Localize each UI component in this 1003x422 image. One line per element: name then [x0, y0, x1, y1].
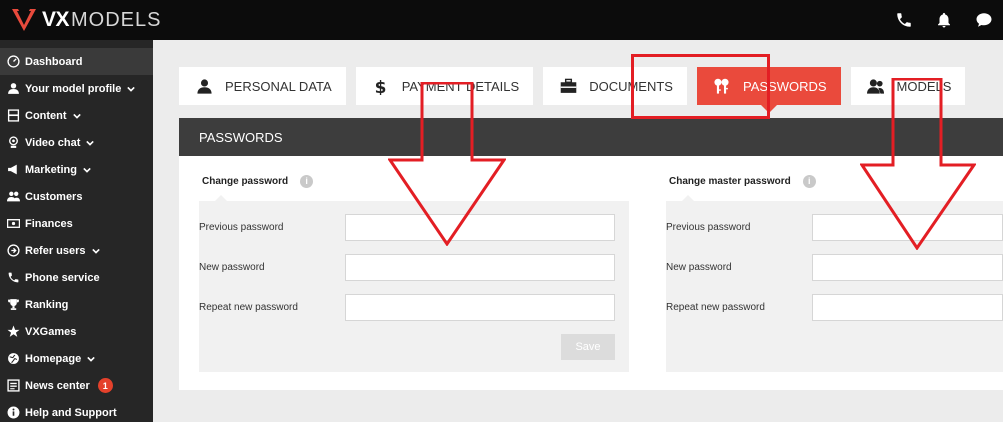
brand-vx: VX [42, 8, 70, 31]
film-icon [6, 109, 20, 123]
info-icon [6, 406, 20, 420]
sidebar: Dashboard Your model profile Content Video … [0, 40, 153, 422]
sidebar-item-label: Video chat [25, 136, 81, 149]
sidebar-item-dashboard[interactable]: Dashboard [0, 48, 153, 75]
master-previous-password-label: Previous password [666, 222, 751, 233]
chevron-down-icon [86, 139, 95, 147]
sidebar-item-label: Phone service [25, 271, 100, 284]
sidebar-item-label: VXGames [25, 325, 77, 338]
news-icon [6, 379, 20, 393]
sidebar-item-content[interactable]: Content [0, 102, 153, 129]
brand-models: MODELS [71, 8, 162, 31]
sidebar-item-homepage[interactable]: Homepage [0, 345, 153, 372]
sidebar-item-label: Finances [25, 217, 73, 230]
sidebar-item-finances[interactable]: Finances [0, 210, 153, 237]
phone-icon [6, 271, 20, 285]
globe-icon [6, 352, 20, 366]
sidebar-item-refer-users[interactable]: Refer users [0, 237, 153, 264]
profile-tabs: PERSONAL DATA $ PAYMENT DETAILS DOCUMENTS PA… [179, 67, 975, 113]
previous-password-label: Previous password [199, 222, 284, 233]
sidebar-item-news-center[interactable]: News center 1 [0, 372, 153, 399]
repeat-password-input[interactable] [345, 294, 615, 321]
sidebar-item-label: Dashboard [25, 55, 83, 68]
user-icon [6, 82, 20, 96]
sidebar-item-label: Homepage [25, 352, 82, 365]
trophy-icon [6, 298, 20, 312]
chat-icon[interactable] [975, 11, 993, 29]
sidebar-item-label: Content [25, 109, 67, 122]
phone-icon[interactable] [895, 11, 913, 29]
info-icon[interactable]: i [802, 174, 816, 188]
annotation-highlight-box [631, 54, 770, 119]
annotation-arrow-left [388, 82, 506, 246]
master-new-password-label: New password [666, 262, 732, 273]
money-icon [6, 217, 20, 231]
sidebar-item-label: News center [25, 379, 90, 392]
change-master-password-label: Change master password [669, 175, 791, 187]
briefcase-icon [559, 77, 577, 95]
info-icon[interactable]: i [300, 174, 314, 188]
change-password-label: Change password [202, 175, 289, 187]
annotation-arrow-right [860, 78, 976, 250]
megaphone-icon [6, 163, 20, 177]
refer-icon [6, 244, 20, 258]
chevron-down-icon [72, 112, 81, 120]
repeat-password-label: Repeat new password [199, 302, 298, 313]
sidebar-item-vxgames[interactable]: VXGames [0, 318, 153, 345]
tab-personal-data[interactable]: PERSONAL DATA [179, 67, 346, 105]
user-icon [195, 77, 213, 95]
users-icon [6, 190, 20, 204]
notification-badge: 1 [97, 378, 113, 393]
chevron-down-icon [127, 85, 136, 93]
chevron-down-icon [87, 355, 96, 363]
dashboard-icon [6, 55, 20, 69]
webcam-icon [6, 136, 20, 150]
sidebar-item-label: Marketing [25, 163, 77, 176]
sidebar-item-marketing[interactable]: Marketing [0, 156, 153, 183]
sidebar-item-label: Your model profile [25, 82, 122, 95]
sidebar-item-video-chat[interactable]: Video chat [0, 129, 153, 156]
sidebar-item-label: Help and Support [25, 406, 117, 419]
sidebar-item-your-model-profile[interactable]: Your model profile [0, 75, 153, 102]
sidebar-item-phone-service[interactable]: Phone service [0, 264, 153, 291]
top-bar: VX MODELS [0, 0, 1003, 40]
chevron-down-icon [91, 247, 100, 255]
vx-logo-icon [12, 9, 36, 31]
dollar-icon: $ [372, 77, 390, 95]
sidebar-item-help-and-support[interactable]: Help and Support [0, 399, 153, 422]
tab-label: PERSONAL DATA [225, 78, 332, 94]
save-button[interactable]: Save [561, 334, 615, 360]
chevron-down-icon [83, 166, 91, 174]
bell-icon[interactable] [935, 11, 953, 29]
master-repeat-password-label: Repeat new password [666, 302, 765, 313]
master-new-password-input[interactable] [812, 254, 1003, 281]
master-repeat-password-input[interactable] [812, 294, 1003, 321]
new-password-label: New password [199, 262, 265, 273]
sidebar-item-label: Refer users [25, 244, 86, 257]
star-icon [6, 325, 20, 339]
sidebar-item-label: Ranking [25, 298, 69, 311]
vx-models-logo[interactable]: VX MODELS [0, 0, 161, 40]
svg-text:$: $ [375, 78, 387, 95]
new-password-input[interactable] [345, 254, 615, 281]
sidebar-item-customers[interactable]: Customers [0, 183, 153, 210]
sidebar-item-ranking[interactable]: Ranking [0, 291, 153, 318]
sidebar-item-label: Customers [25, 190, 83, 203]
